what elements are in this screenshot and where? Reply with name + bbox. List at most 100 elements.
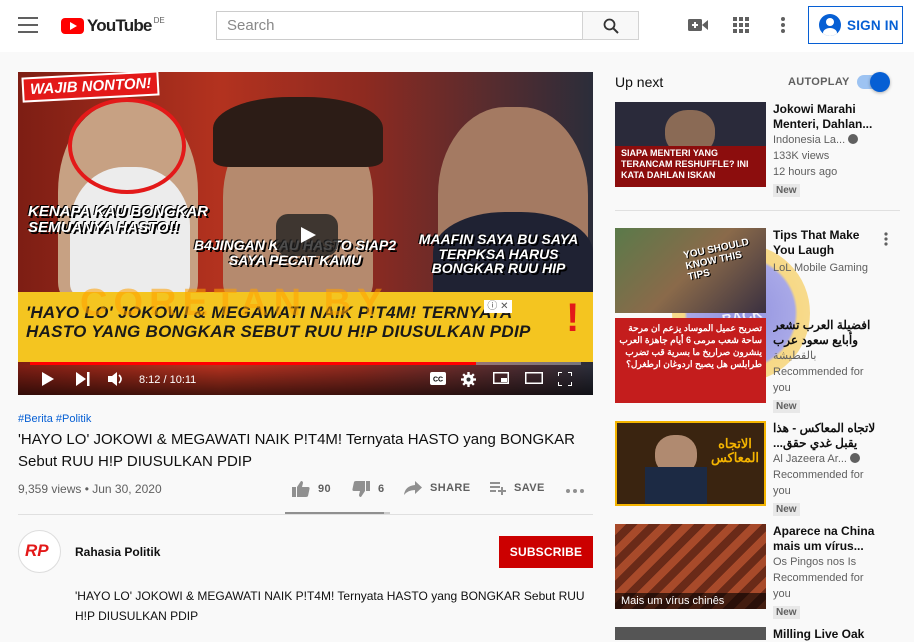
sidebar-info-3: افضيلة العرب تشعر وأبايع سعود عرب بالقطي… — [773, 318, 883, 414]
sidebar-video-6[interactable]: Milling Live Oak — [615, 627, 914, 641]
video-hashtags[interactable]: #Berita #Politik — [18, 413, 91, 425]
sidebar-thumb-4[interactable]: الاتجاه المعاكس — [615, 421, 766, 506]
thumbs-down-icon — [352, 481, 370, 497]
sign-in-button[interactable]: SIGN IN — [808, 6, 903, 44]
channel-avatar[interactable]: RP — [18, 530, 61, 573]
sidebar-channel-5: Os Pingos nos Is — [773, 556, 857, 568]
ad-close-button[interactable]: ⓘ ✕ — [484, 300, 512, 313]
thumb-highlight-circle — [68, 98, 186, 194]
new-badge: New — [773, 184, 800, 197]
time-display: 8:12 / 10:11 — [139, 374, 197, 386]
settings-gear-icon[interactable] — [461, 372, 476, 387]
volume-icon[interactable] — [108, 372, 126, 386]
menu-icon[interactable] — [18, 17, 38, 33]
share-label: SHARE — [430, 482, 471, 494]
watermark-text: CORETAN BY — [80, 282, 389, 324]
video-title: 'HAYO LO' JOKOWI & MEGAWATI NAIK P!T4M! … — [18, 431, 575, 470]
sidebar-views-1: 133K views — [773, 150, 830, 162]
save-button[interactable]: SAVE — [490, 481, 545, 495]
sidebar-video-2[interactable]: YOU SHOULD KNOW THIS TIPS Tips That Make… — [615, 228, 914, 318]
youtube-logo[interactable]: YouTube DE — [61, 15, 165, 37]
thumbs-up-icon — [292, 481, 310, 497]
sidebar-video-3[interactable]: تصريح عميل الموساد يزعم ان مرحة ساحة شعب… — [615, 318, 914, 413]
sidebar-thumb-5[interactable]: Mais um vírus chinês — [615, 524, 766, 609]
svg-text:CC: CC — [433, 377, 443, 384]
dislike-count: 6 — [378, 483, 385, 495]
like-button[interactable]: 90 — [292, 481, 331, 497]
video-description: 'HAYO LO' JOKOWI & MEGAWATI NAIK P!T4M! … — [75, 589, 585, 623]
sidebar-video-5[interactable]: Mais um vírus chinês Aparece na China ma… — [615, 524, 914, 619]
share-icon — [404, 481, 422, 495]
thumb-exclaim-mark: ! — [566, 296, 580, 340]
sidebar-thumb-2[interactable]: YOU SHOULD KNOW THIS TIPS — [615, 228, 766, 313]
sidebar-title-2: Tips That Make You Laugh — [773, 228, 860, 257]
dislike-button[interactable]: 6 — [352, 481, 385, 497]
like-count: 90 — [318, 483, 332, 495]
search-button[interactable] — [582, 11, 639, 40]
sidebar-title-5: Aparece na China mais um vírus... — [773, 524, 875, 553]
miniplayer-icon[interactable] — [493, 372, 509, 384]
top-bar: YouTube DE SIGN IN — [0, 0, 914, 52]
youtube-logo-icon — [61, 18, 84, 34]
sidebar-views-3: Recommended for you — [773, 366, 864, 394]
verified-icon — [849, 453, 860, 463]
sidebar-video-1[interactable]: SIAPA MENTERI YANG TERANCAM RESHUFFLE? I… — [615, 102, 914, 197]
sidebar-thumb-1[interactable]: SIAPA MENTERI YANG TERANCAM RESHUFFLE? I… — [615, 102, 766, 187]
channel-name[interactable]: Rahasia Politik — [75, 545, 160, 559]
more-options-icon[interactable] — [884, 232, 888, 246]
apps-grid-icon[interactable] — [733, 17, 749, 33]
sidebar-video-4[interactable]: الاتجاه المعاكس لاتجاه المعاكس - هذا يقب… — [615, 421, 914, 516]
add-to-playlist-icon — [490, 482, 506, 495]
player-controls: 8:12 / 10:11 CC — [18, 366, 593, 395]
new-badge: New — [773, 503, 800, 516]
thumb-4-suit — [645, 467, 707, 504]
new-badge: New — [773, 606, 800, 619]
autoplay-label: AUTOPLAY — [788, 76, 850, 88]
sidebar-channel-name-1: Indonesia La... — [773, 134, 846, 146]
sign-in-label: SIGN IN — [847, 17, 899, 33]
subscribe-button[interactable]: SUBSCRIBE — [499, 536, 593, 568]
new-badge: New — [773, 400, 800, 413]
sidebar-channel-1: Indonesia La... — [773, 132, 883, 148]
up-next-heading: Up next — [615, 74, 664, 90]
captions-icon[interactable]: CC — [430, 372, 446, 385]
theater-mode-icon[interactable] — [525, 372, 543, 384]
video-meta: 9,359 views • Jun 30, 2020 — [18, 482, 162, 496]
progress-bar[interactable] — [30, 362, 581, 365]
play-button[interactable] — [276, 214, 338, 256]
sidebar-title-1: Jokowi Marahi Menteri, Dahlan... — [773, 102, 873, 131]
play-icon[interactable] — [42, 372, 54, 386]
sidebar-info-2: Tips That Make You Laugh LoL Mobile Gami… — [773, 228, 883, 276]
progress-fill — [30, 362, 477, 365]
verified-icon — [848, 134, 859, 144]
sidebar-thumb-6[interactable] — [615, 627, 766, 640]
share-button[interactable]: SHARE — [404, 481, 471, 495]
channel-avatar-text: RP — [25, 541, 49, 560]
thumb-5-caption: Mais um vírus chinês — [621, 595, 725, 607]
sidebar-channel-name-4: Al Jazeera Ar... — [773, 453, 847, 465]
search-icon — [603, 18, 619, 34]
sidebar-channel-2: LoL Mobile Gaming — [773, 262, 868, 274]
sidebar-views-5: Recommended for you — [773, 572, 864, 600]
create-video-icon[interactable] — [688, 17, 708, 33]
sidebar-thumb-3[interactable]: تصريح عميل الموساد يزعم ان مرحة ساحة شعب… — [615, 318, 766, 403]
autoplay-toggle-knob — [870, 72, 890, 92]
thumb-3-caption: تصريح عميل الموساد يزعم ان مرحة ساحة شعب… — [619, 323, 762, 369]
search-input[interactable] — [216, 11, 582, 40]
logo-country: DE — [153, 16, 165, 25]
thumb-1-caption: SIAPA MENTERI YANG TERANCAM RESHUFFLE? I… — [621, 148, 749, 180]
more-actions-icon[interactable] — [566, 489, 584, 493]
sidebar-info-5: Aparece na China mais um vírus... Os Pin… — [773, 524, 883, 620]
save-label: SAVE — [514, 482, 545, 494]
video-player[interactable]: WAJIB NONTON! KENAPA KAU BONGKAR SEMUANY… — [18, 72, 593, 395]
sidebar-views-4: Recommended for you — [773, 469, 864, 497]
autoplay-toggle[interactable] — [857, 72, 890, 92]
sidebar-info-1: Jokowi Marahi Menteri, Dahlan... Indones… — [773, 102, 883, 198]
logo-text: YouTube — [87, 16, 152, 35]
thumb-4-caption: الاتجاه المعاكس — [710, 436, 760, 465]
settings-more-icon[interactable] — [780, 17, 786, 33]
next-icon[interactable] — [76, 372, 90, 386]
fullscreen-icon[interactable] — [558, 372, 572, 386]
sidebar-info-4: لاتجاه المعاكس - هذا يقبل غدي حقق... Al … — [773, 421, 883, 517]
sidebar-age-1: 12 hours ago — [773, 166, 838, 178]
